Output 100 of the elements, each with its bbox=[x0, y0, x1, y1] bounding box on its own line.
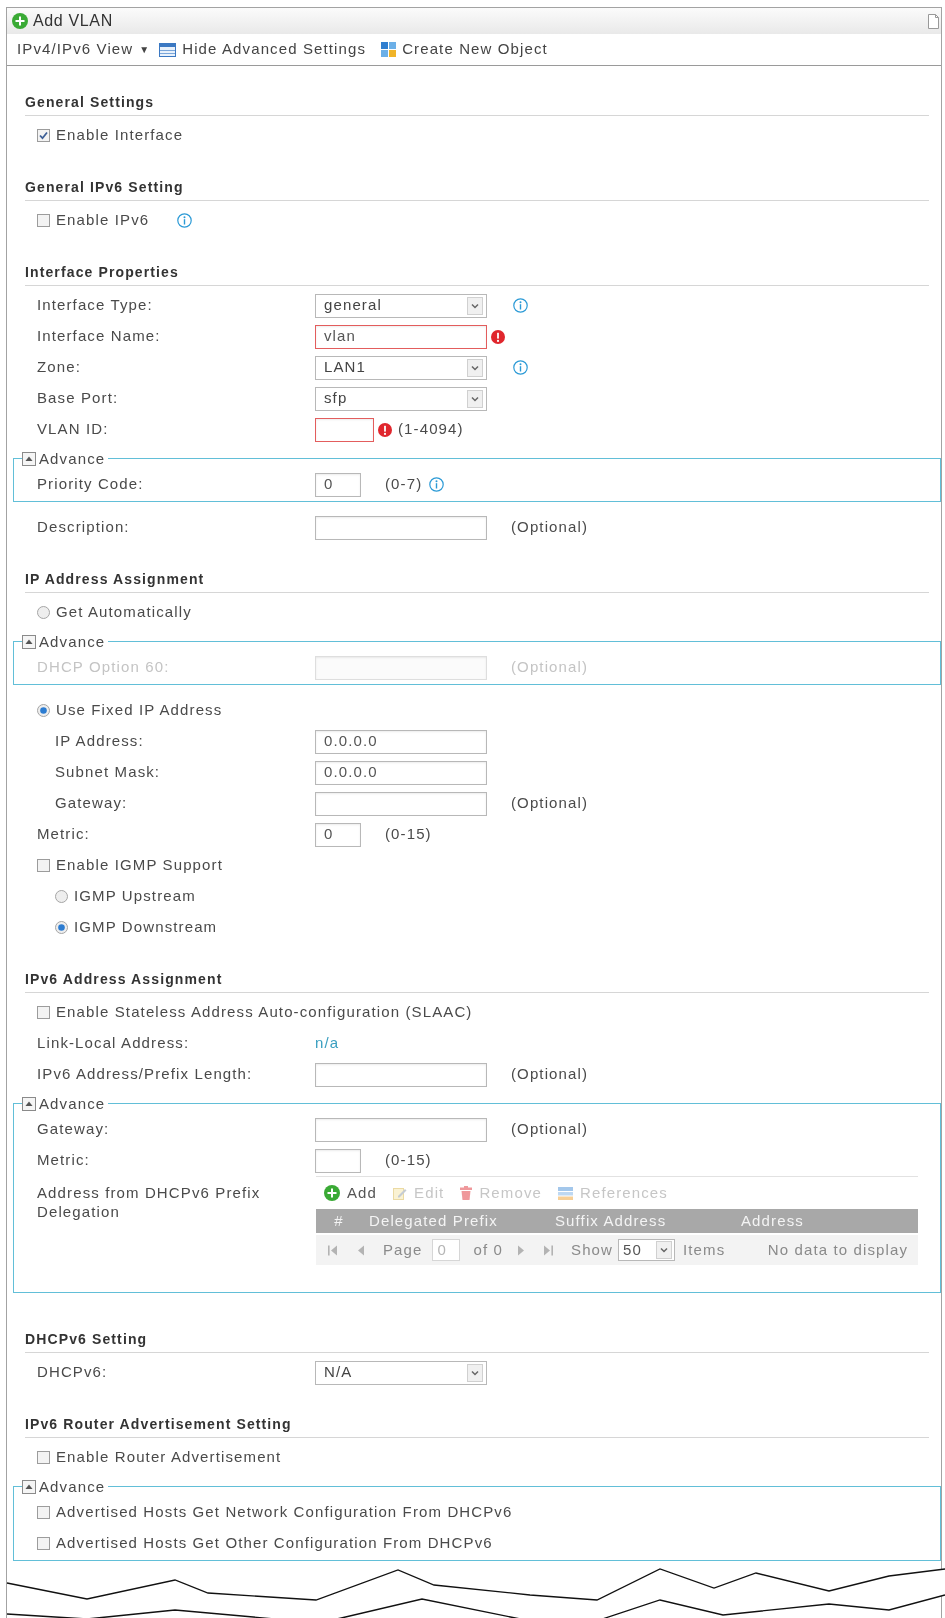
document-icon[interactable] bbox=[928, 13, 939, 29]
field-label: Priority Code: bbox=[37, 474, 145, 495]
checkbox-label: Enable Interface bbox=[56, 125, 184, 146]
radio-button[interactable] bbox=[37, 704, 50, 717]
next-page-icon[interactable] bbox=[516, 1244, 526, 1256]
dropdown[interactable]: sfp bbox=[315, 386, 487, 411]
chevron-down-icon[interactable] bbox=[467, 1363, 483, 1382]
field-label: Interface Type: bbox=[37, 295, 154, 316]
dropdown[interactable]: LAN1 bbox=[315, 355, 487, 380]
checkbox-label: Enable IGMP Support bbox=[56, 855, 223, 876]
collapse-icon[interactable] bbox=[22, 452, 36, 466]
field-label: Interface Name: bbox=[37, 326, 162, 347]
group-label: Advance bbox=[39, 1093, 106, 1114]
checkbox[interactable] bbox=[37, 129, 50, 142]
field-label: Subnet Mask: bbox=[55, 762, 162, 783]
checkbox-label: Enable Router Advertisement bbox=[56, 1447, 282, 1468]
radio-label: Get Automatically bbox=[56, 602, 192, 623]
chevron-down-icon[interactable] bbox=[467, 296, 483, 315]
checkbox-label: Enable IPv6 bbox=[56, 210, 150, 231]
field-label: VLAN ID: bbox=[37, 419, 110, 440]
hint-text: (0-15) bbox=[385, 1150, 432, 1171]
field-label: Description: bbox=[37, 517, 131, 538]
text-field[interactable]: 0.0.0.0 bbox=[315, 760, 487, 785]
field-label: Zone: bbox=[37, 357, 82, 378]
section-title: General Settings bbox=[25, 93, 155, 112]
radio-button[interactable] bbox=[37, 606, 50, 619]
text-field[interactable] bbox=[315, 417, 374, 442]
text-field[interactable] bbox=[315, 1062, 487, 1087]
text-field[interactable] bbox=[315, 791, 487, 816]
field-label: IP Address: bbox=[55, 731, 145, 752]
first-page-icon[interactable] bbox=[328, 1244, 338, 1256]
field-label: Gateway: bbox=[37, 1119, 111, 1140]
pencil-icon bbox=[393, 1186, 408, 1200]
field-label: DHCP Option 60: bbox=[37, 657, 171, 678]
page-count: of 0 bbox=[473, 1239, 503, 1260]
add-button[interactable]: Add bbox=[324, 1181, 378, 1205]
previous-page-icon[interactable] bbox=[356, 1244, 366, 1256]
group-label: Advance bbox=[39, 631, 106, 652]
section-title: IPv6 Router Advertisement Setting bbox=[25, 1415, 292, 1434]
text-field[interactable] bbox=[315, 515, 487, 540]
text-field[interactable] bbox=[315, 1148, 361, 1173]
text-field[interactable]: 0 bbox=[315, 822, 361, 847]
field-label: Address from DHCPv6 Prefix Delegation bbox=[37, 1183, 262, 1221]
group-label: Advance bbox=[39, 1476, 106, 1497]
collapse-icon[interactable] bbox=[22, 1097, 36, 1111]
field-label: IPv6 Address/Prefix Length: bbox=[37, 1064, 254, 1085]
checkbox-label: Enable Stateless Address Auto-configuration (SLAAC) bbox=[56, 1002, 473, 1023]
chevron-down-icon[interactable] bbox=[467, 358, 483, 377]
text-field[interactable] bbox=[315, 1117, 487, 1142]
info-icon[interactable] bbox=[177, 213, 193, 228]
page-size-dropdown[interactable]: 50 bbox=[618, 1239, 676, 1261]
field-label: Base Port: bbox=[37, 388, 120, 409]
field-label: Link-Local Address: bbox=[37, 1033, 191, 1054]
text-field[interactable]: 0.0.0.0 bbox=[315, 729, 487, 754]
pager-label: Show bbox=[571, 1239, 614, 1260]
radio-button[interactable] bbox=[55, 890, 68, 903]
section-title: IP Address Assignment bbox=[25, 570, 205, 589]
radio-label: Use Fixed IP Address bbox=[56, 700, 223, 721]
info-icon[interactable] bbox=[429, 477, 445, 492]
error-icon bbox=[378, 422, 392, 437]
checkbox[interactable] bbox=[37, 1451, 50, 1464]
checkbox[interactable] bbox=[37, 859, 50, 872]
text-field[interactable]: 0 bbox=[315, 472, 361, 497]
hint-text: (0-15) bbox=[385, 824, 432, 845]
checkbox-label: Advertised Hosts Get Other Configuration From DHCPv6 bbox=[56, 1533, 493, 1554]
section-title: IPv6 Address Assignment bbox=[25, 970, 223, 989]
checkbox[interactable] bbox=[37, 1006, 50, 1019]
chevron-down-icon[interactable] bbox=[467, 389, 483, 408]
pager-label: Items bbox=[683, 1239, 726, 1260]
hint-text: (0-7) bbox=[385, 474, 423, 495]
window-title: Add VLAN bbox=[33, 11, 113, 31]
hide-advanced-button[interactable]: Hide Advanced Settings bbox=[159, 38, 367, 61]
view-menu-button[interactable]: IPv4/IPv6 View ▼ bbox=[17, 38, 150, 61]
table-icon bbox=[159, 42, 177, 57]
value-text: n/a bbox=[315, 1033, 340, 1054]
radio-button[interactable] bbox=[55, 921, 68, 934]
chevron-down-icon[interactable] bbox=[656, 1241, 673, 1259]
hint-text: (Optional) bbox=[511, 1064, 589, 1085]
field-label: Metric: bbox=[37, 1150, 91, 1171]
field-label: Metric: bbox=[37, 824, 91, 845]
checkbox[interactable] bbox=[37, 214, 50, 227]
section-title: Interface Properties bbox=[25, 263, 179, 282]
checkbox[interactable] bbox=[37, 1506, 50, 1519]
dropdown[interactable]: N/A bbox=[315, 1360, 487, 1385]
info-icon[interactable] bbox=[513, 298, 528, 313]
collapse-icon[interactable] bbox=[22, 1480, 36, 1494]
info-icon[interactable] bbox=[513, 360, 528, 375]
collapse-icon[interactable] bbox=[22, 635, 36, 649]
checkbox[interactable] bbox=[37, 1537, 50, 1550]
section-title: DHCPv6 Setting bbox=[25, 1330, 148, 1349]
field-label: Gateway: bbox=[55, 793, 129, 814]
last-page-icon[interactable] bbox=[543, 1244, 553, 1256]
text-field[interactable]: vlan bbox=[315, 324, 487, 349]
plus-icon bbox=[12, 13, 28, 29]
hint-text: (1-4094) bbox=[398, 419, 464, 440]
plus-icon bbox=[324, 1185, 340, 1201]
create-object-button[interactable]: Create New Object bbox=[381, 38, 548, 61]
dropdown[interactable]: general bbox=[315, 293, 487, 318]
section-title: General IPv6 Setting bbox=[25, 178, 184, 197]
hint-text: (Optional) bbox=[511, 793, 589, 814]
